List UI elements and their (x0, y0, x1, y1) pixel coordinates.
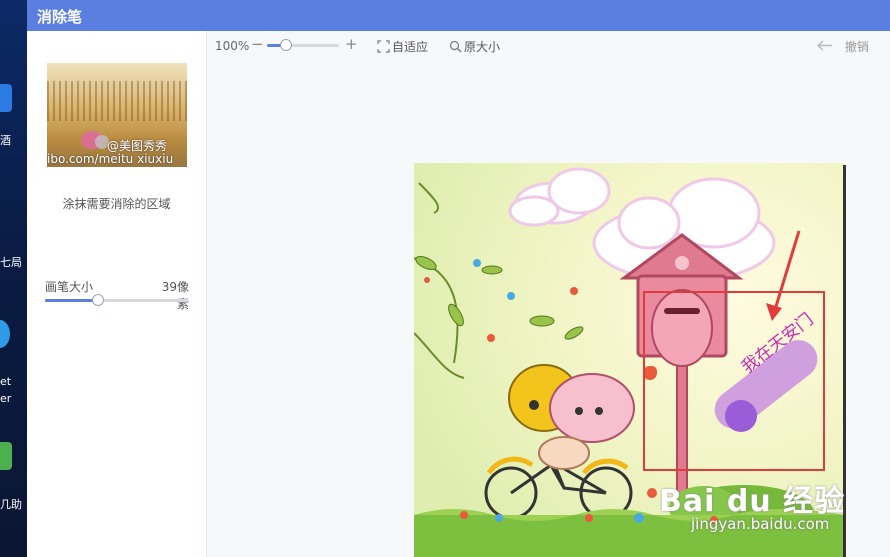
annotation-red-box (643, 291, 825, 471)
desktop-label: et (0, 375, 12, 388)
brush-size-label: 画笔大小 (45, 280, 94, 294)
brush-size-handle[interactable] (92, 294, 105, 306)
zoom-handle[interactable] (280, 39, 293, 51)
canvas-toolbar: 100% − + 自适应 原大小 撤销 (207, 31, 890, 61)
thumbnail-texture (47, 81, 187, 121)
zoom-in-button[interactable]: + (345, 36, 358, 52)
baidu-watermark-url: jingyan.baidu.com (691, 515, 830, 533)
desktop-app-icon[interactable] (0, 84, 12, 112)
desktop-label: er (0, 392, 12, 405)
undo-button[interactable]: 撤销 (816, 38, 869, 55)
left-panel: @美图秀秀 ibo.com/meitu xiuxiu 涂抹需要消除的区域 画笔大… (27, 31, 207, 557)
desktop-label: 酒 (0, 134, 11, 147)
fit-label: 自适应 (392, 40, 429, 54)
zoom-slider[interactable] (267, 39, 339, 51)
thumbnail-watermark-url: ibo.com/meitu xiuxiu (47, 152, 174, 166)
brush-size-value: 39像素 (161, 280, 189, 311)
eraser-window: 消除笔 @美图秀秀 ibo.com/meitu xiuxiu 涂抹需要消除的区域… (27, 0, 890, 557)
fit-icon (377, 40, 390, 53)
undo-label: 撤销 (844, 40, 869, 54)
brush-size-fill (45, 299, 99, 302)
desktop-app-icon[interactable] (0, 320, 10, 348)
instruction-text: 涂抹需要消除的区域 (62, 197, 171, 211)
zoom-out-button[interactable]: − (251, 36, 264, 52)
baidu-watermark: Bai du 经验 (659, 484, 846, 519)
window-title: 消除笔 (37, 8, 83, 26)
desktop-label: 几助 (0, 498, 22, 511)
undo-arrow-icon (816, 40, 832, 51)
desktop-edge: 酒 七局 et er 几助 (0, 0, 27, 557)
brush-size-slider[interactable] (45, 294, 189, 306)
title-bar: 消除笔 (27, 0, 890, 31)
desktop-app-icon[interactable] (0, 442, 12, 470)
example-thumbnail: @美图秀秀 ibo.com/meitu xiuxiu (47, 63, 187, 167)
zoom-percentage: 100% (215, 39, 250, 53)
desktop-label: 七局 (0, 256, 22, 269)
magnifier-icon (449, 40, 462, 53)
fit-to-window-button[interactable]: 自适应 (377, 38, 428, 55)
original-size-label: 原大小 (464, 40, 501, 54)
original-size-button[interactable]: 原大小 (449, 38, 500, 55)
